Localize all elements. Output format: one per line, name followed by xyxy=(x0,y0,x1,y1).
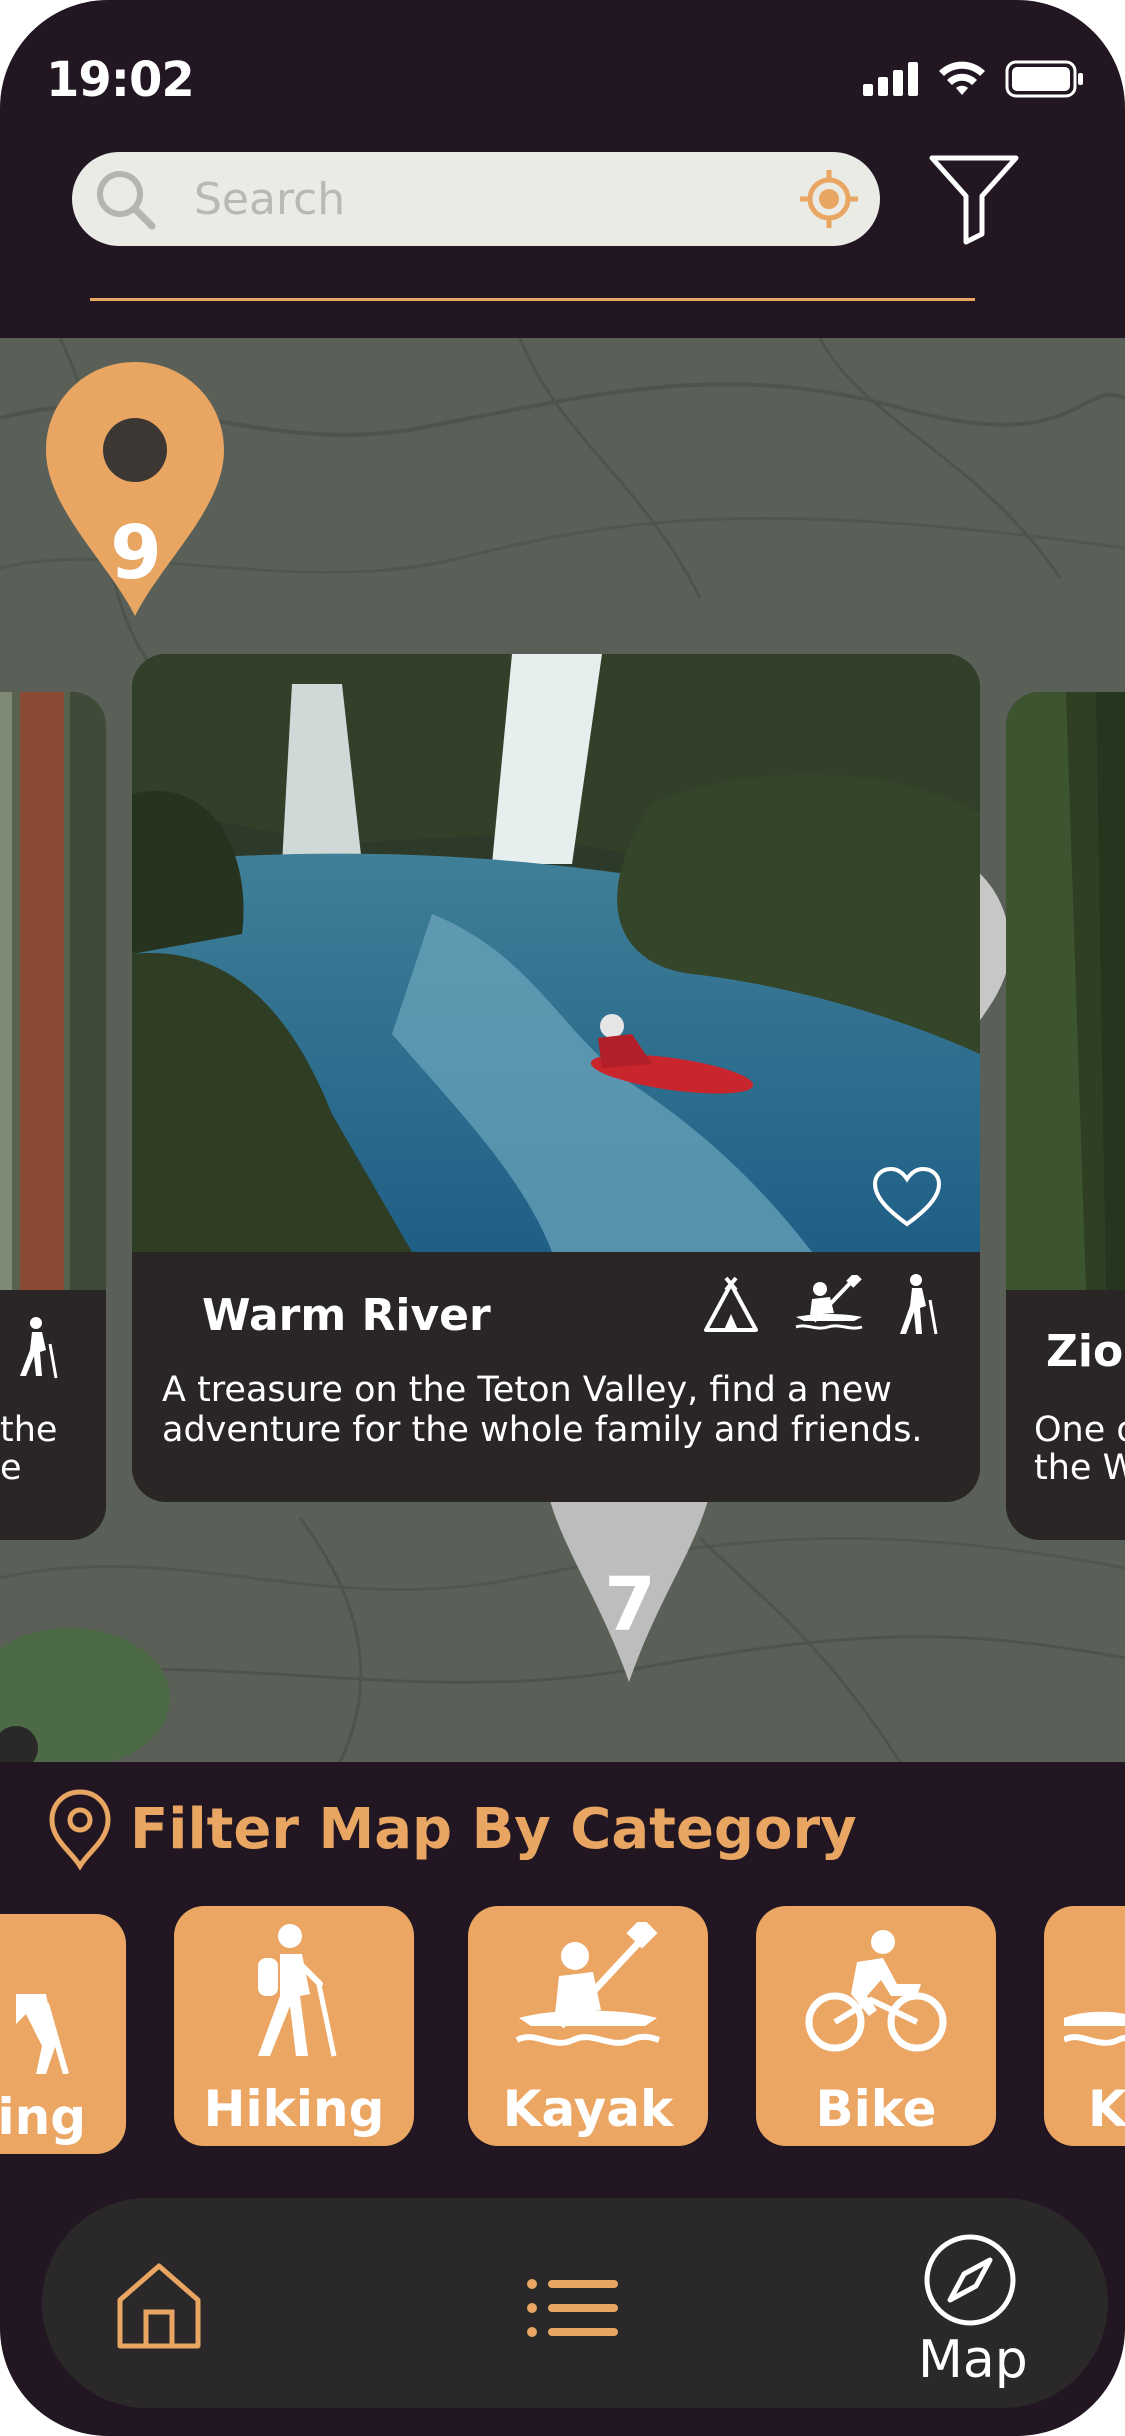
filter-title: Filter Map By Category xyxy=(130,1796,857,1862)
card-photo-waterfall xyxy=(132,654,980,1252)
header-divider xyxy=(90,298,975,301)
hiking-icon xyxy=(16,1994,69,2074)
list-icon[interactable] xyxy=(526,2278,618,2338)
category-hiking[interactable]: Hiking xyxy=(174,1906,414,2146)
category-camping[interactable]: ing xyxy=(0,1914,126,2154)
favorite-heart-icon[interactable] xyxy=(872,1166,942,1228)
status-icons xyxy=(863,60,1085,98)
camping-icon xyxy=(704,1276,758,1332)
hiking-icon xyxy=(900,1274,938,1335)
filter-icon[interactable] xyxy=(926,150,1022,246)
compass-icon[interactable] xyxy=(922,2232,1018,2328)
location-card[interactable]: Zion One o the W xyxy=(1006,692,1125,1540)
location-card[interactable]: Warm River A treasure on the Teton Valle… xyxy=(132,654,980,1502)
bike-icon xyxy=(805,1930,947,2052)
filter-header: Filter Map By Category xyxy=(48,1788,857,1870)
card-description: One o xyxy=(1034,1410,1125,1450)
battery-icon xyxy=(1005,60,1083,98)
category-label: K xyxy=(1088,2080,1125,2138)
card-photo-forest xyxy=(1006,692,1125,1290)
location-pin-icon xyxy=(49,1789,111,1870)
location-target-icon[interactable] xyxy=(798,168,860,230)
kayak-icon xyxy=(515,1922,660,2046)
category-bike[interactable]: Bike xyxy=(756,1906,996,2146)
card-photo xyxy=(0,692,106,1290)
kayak-icon xyxy=(795,1275,863,1330)
tab-label-map[interactable]: Map xyxy=(918,2330,1028,2390)
card-title: Warm River xyxy=(202,1290,491,1341)
phone-screen: 19:02 Search 9 7 the e Warm River A trea… xyxy=(0,0,1125,2436)
map-marker-label: 9 xyxy=(110,510,162,596)
cellular-signal-icon xyxy=(863,62,918,96)
search-input[interactable] xyxy=(194,166,754,232)
category-label: Kayak xyxy=(502,2080,674,2138)
hiking-icon xyxy=(258,1924,337,2057)
map-marker-label: 7 xyxy=(604,1562,656,1648)
status-time: 19:02 xyxy=(46,52,195,108)
card-title: Zion xyxy=(1046,1326,1125,1377)
card-description: e xyxy=(0,1448,22,1488)
card-description: the W xyxy=(1034,1448,1125,1488)
wifi-icon xyxy=(939,61,985,95)
category-label: ing xyxy=(0,2088,86,2146)
category-label: Bike xyxy=(815,2080,937,2138)
location-card[interactable]: the e xyxy=(0,692,106,1540)
home-icon[interactable] xyxy=(114,2260,204,2350)
category-kayak-next[interactable]: K xyxy=(1044,1906,1125,2146)
search-bar[interactable] xyxy=(72,152,880,246)
category-kayak[interactable]: Kayak xyxy=(468,1906,708,2146)
search-icon xyxy=(97,171,156,230)
activity-icons xyxy=(700,1274,940,1336)
card-description: A treasure on the Teton Valley, find a n… xyxy=(162,1370,923,1450)
category-label: Hiking xyxy=(203,2080,385,2138)
hiking-icon xyxy=(20,1317,58,1379)
card-description: the xyxy=(0,1410,58,1450)
kayak-icon xyxy=(1064,2011,1125,2046)
